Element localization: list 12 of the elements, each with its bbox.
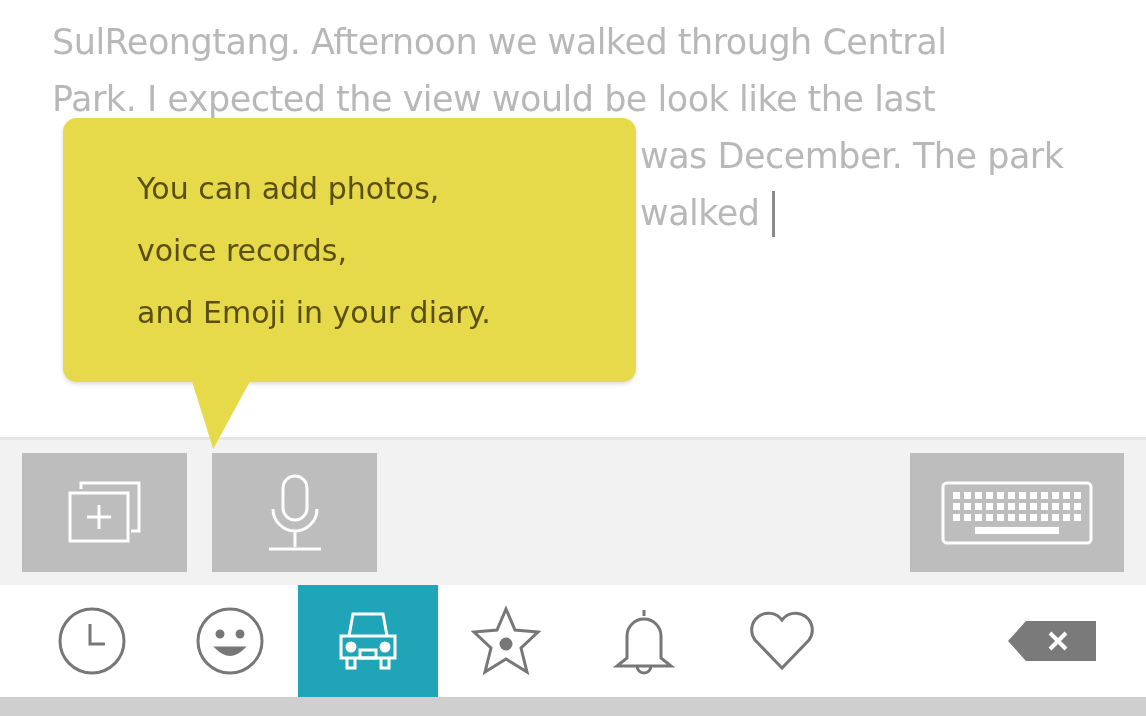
diary-text: walked: [640, 192, 760, 235]
tooltip-text: You can add photos, voice records, and Emoji in your diary.: [137, 170, 492, 332]
clock-icon: [57, 606, 127, 676]
add-photo-icon: [66, 480, 143, 545]
backspace-icon: [1008, 619, 1096, 663]
keyboard-icon: [941, 480, 1093, 545]
emoji-category-tab[interactable]: [298, 585, 438, 697]
diary-text: Park. I expected the view would be look like the last: [52, 78, 936, 121]
diary-text: was December. The park: [640, 135, 1064, 178]
smiley-icon: [195, 606, 265, 676]
diary-text: SulReongtang. Afternoon we walked through Central: [52, 21, 947, 64]
star-icon: [471, 606, 541, 676]
